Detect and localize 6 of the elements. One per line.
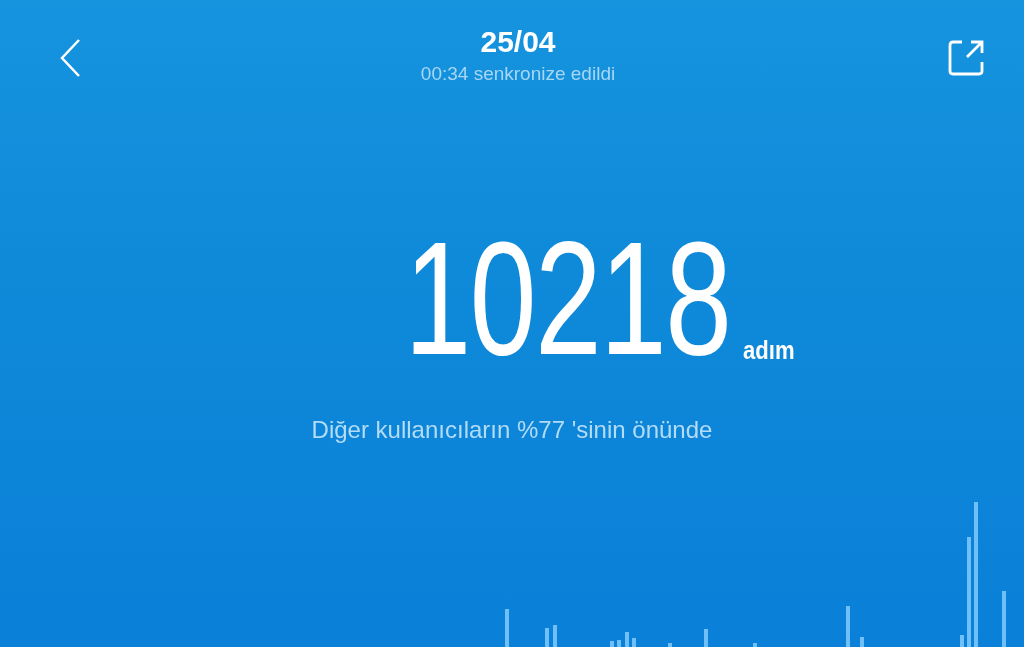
- share-icon[interactable]: [946, 38, 986, 78]
- step-count: 10218: [404, 228, 731, 368]
- step-unit: adım: [742, 335, 795, 366]
- date-title: 25/04: [480, 24, 556, 60]
- sync-status: 00:34 senkronize edildi: [420, 63, 616, 85]
- ranking-text: Diğer kullanıcıların %77 'sinin önünde: [311, 416, 713, 444]
